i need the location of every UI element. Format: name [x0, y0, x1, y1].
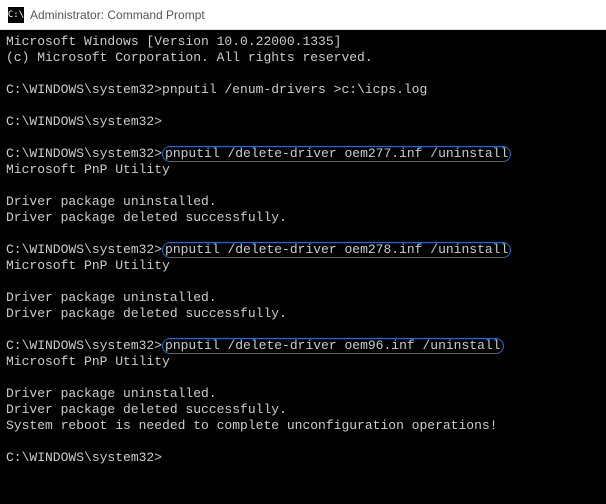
command-text: pnputil /enum-drivers >c:\icps.log: [162, 82, 427, 97]
terminal-line: Microsoft PnP Utility: [6, 258, 600, 274]
prompt-text: C:\WINDOWS\system32>: [6, 114, 162, 129]
cmd-icon: C:\: [8, 7, 24, 23]
prompt-text: C:\WINDOWS\system32>: [6, 338, 162, 353]
terminal-output[interactable]: Microsoft Windows [Version 10.0.22000.13…: [0, 30, 606, 504]
terminal-line: [6, 130, 600, 146]
terminal-line: Driver package deleted successfully.: [6, 210, 600, 226]
prompt-text: C:\WINDOWS\system32>: [6, 82, 162, 97]
terminal-line: Driver package uninstalled.: [6, 290, 600, 306]
terminal-line: Driver package deleted successfully.: [6, 306, 600, 322]
terminal-line: Microsoft PnP Utility: [6, 354, 600, 370]
terminal-line: [6, 226, 600, 242]
terminal-line: [6, 274, 600, 290]
terminal-line: Driver package uninstalled.: [6, 194, 600, 210]
terminal-line: [6, 98, 600, 114]
terminal-line: C:\WINDOWS\system32>pnputil /enum-driver…: [6, 82, 600, 98]
terminal-line: C:\WINDOWS\system32>pnputil /delete-driv…: [6, 146, 600, 162]
prompt-text: C:\WINDOWS\system32>: [6, 450, 162, 465]
terminal-line: C:\WINDOWS\system32>: [6, 450, 600, 466]
prompt-text: C:\WINDOWS\system32>: [6, 242, 162, 257]
terminal-line: Microsoft PnP Utility: [6, 162, 600, 178]
window-title: Administrator: Command Prompt: [30, 8, 205, 22]
terminal-line: [6, 178, 600, 194]
terminal-line: Driver package uninstalled.: [6, 386, 600, 402]
terminal-line: [6, 322, 600, 338]
terminal-line: C:\WINDOWS\system32>pnputil /delete-driv…: [6, 242, 600, 258]
titlebar[interactable]: C:\ Administrator: Command Prompt: [0, 0, 606, 30]
terminal-line: [6, 66, 600, 82]
highlighted-command: pnputil /delete-driver oem277.inf /unins…: [162, 146, 511, 162]
terminal-line: Driver package deleted successfully.: [6, 402, 600, 418]
terminal-line: C:\WINDOWS\system32>pnputil /delete-driv…: [6, 338, 600, 354]
terminal-line: [6, 370, 600, 386]
terminal-line: System reboot is needed to complete unco…: [6, 418, 600, 434]
cmd-icon-label: C:\: [8, 10, 24, 20]
highlighted-command: pnputil /delete-driver oem96.inf /uninst…: [162, 338, 503, 354]
terminal-line: (c) Microsoft Corporation. All rights re…: [6, 50, 600, 66]
terminal-line: [6, 434, 600, 450]
prompt-text: C:\WINDOWS\system32>: [6, 146, 162, 161]
terminal-line: C:\WINDOWS\system32>: [6, 114, 600, 130]
highlighted-command: pnputil /delete-driver oem278.inf /unins…: [162, 242, 511, 258]
terminal-line: Microsoft Windows [Version 10.0.22000.13…: [6, 34, 600, 50]
